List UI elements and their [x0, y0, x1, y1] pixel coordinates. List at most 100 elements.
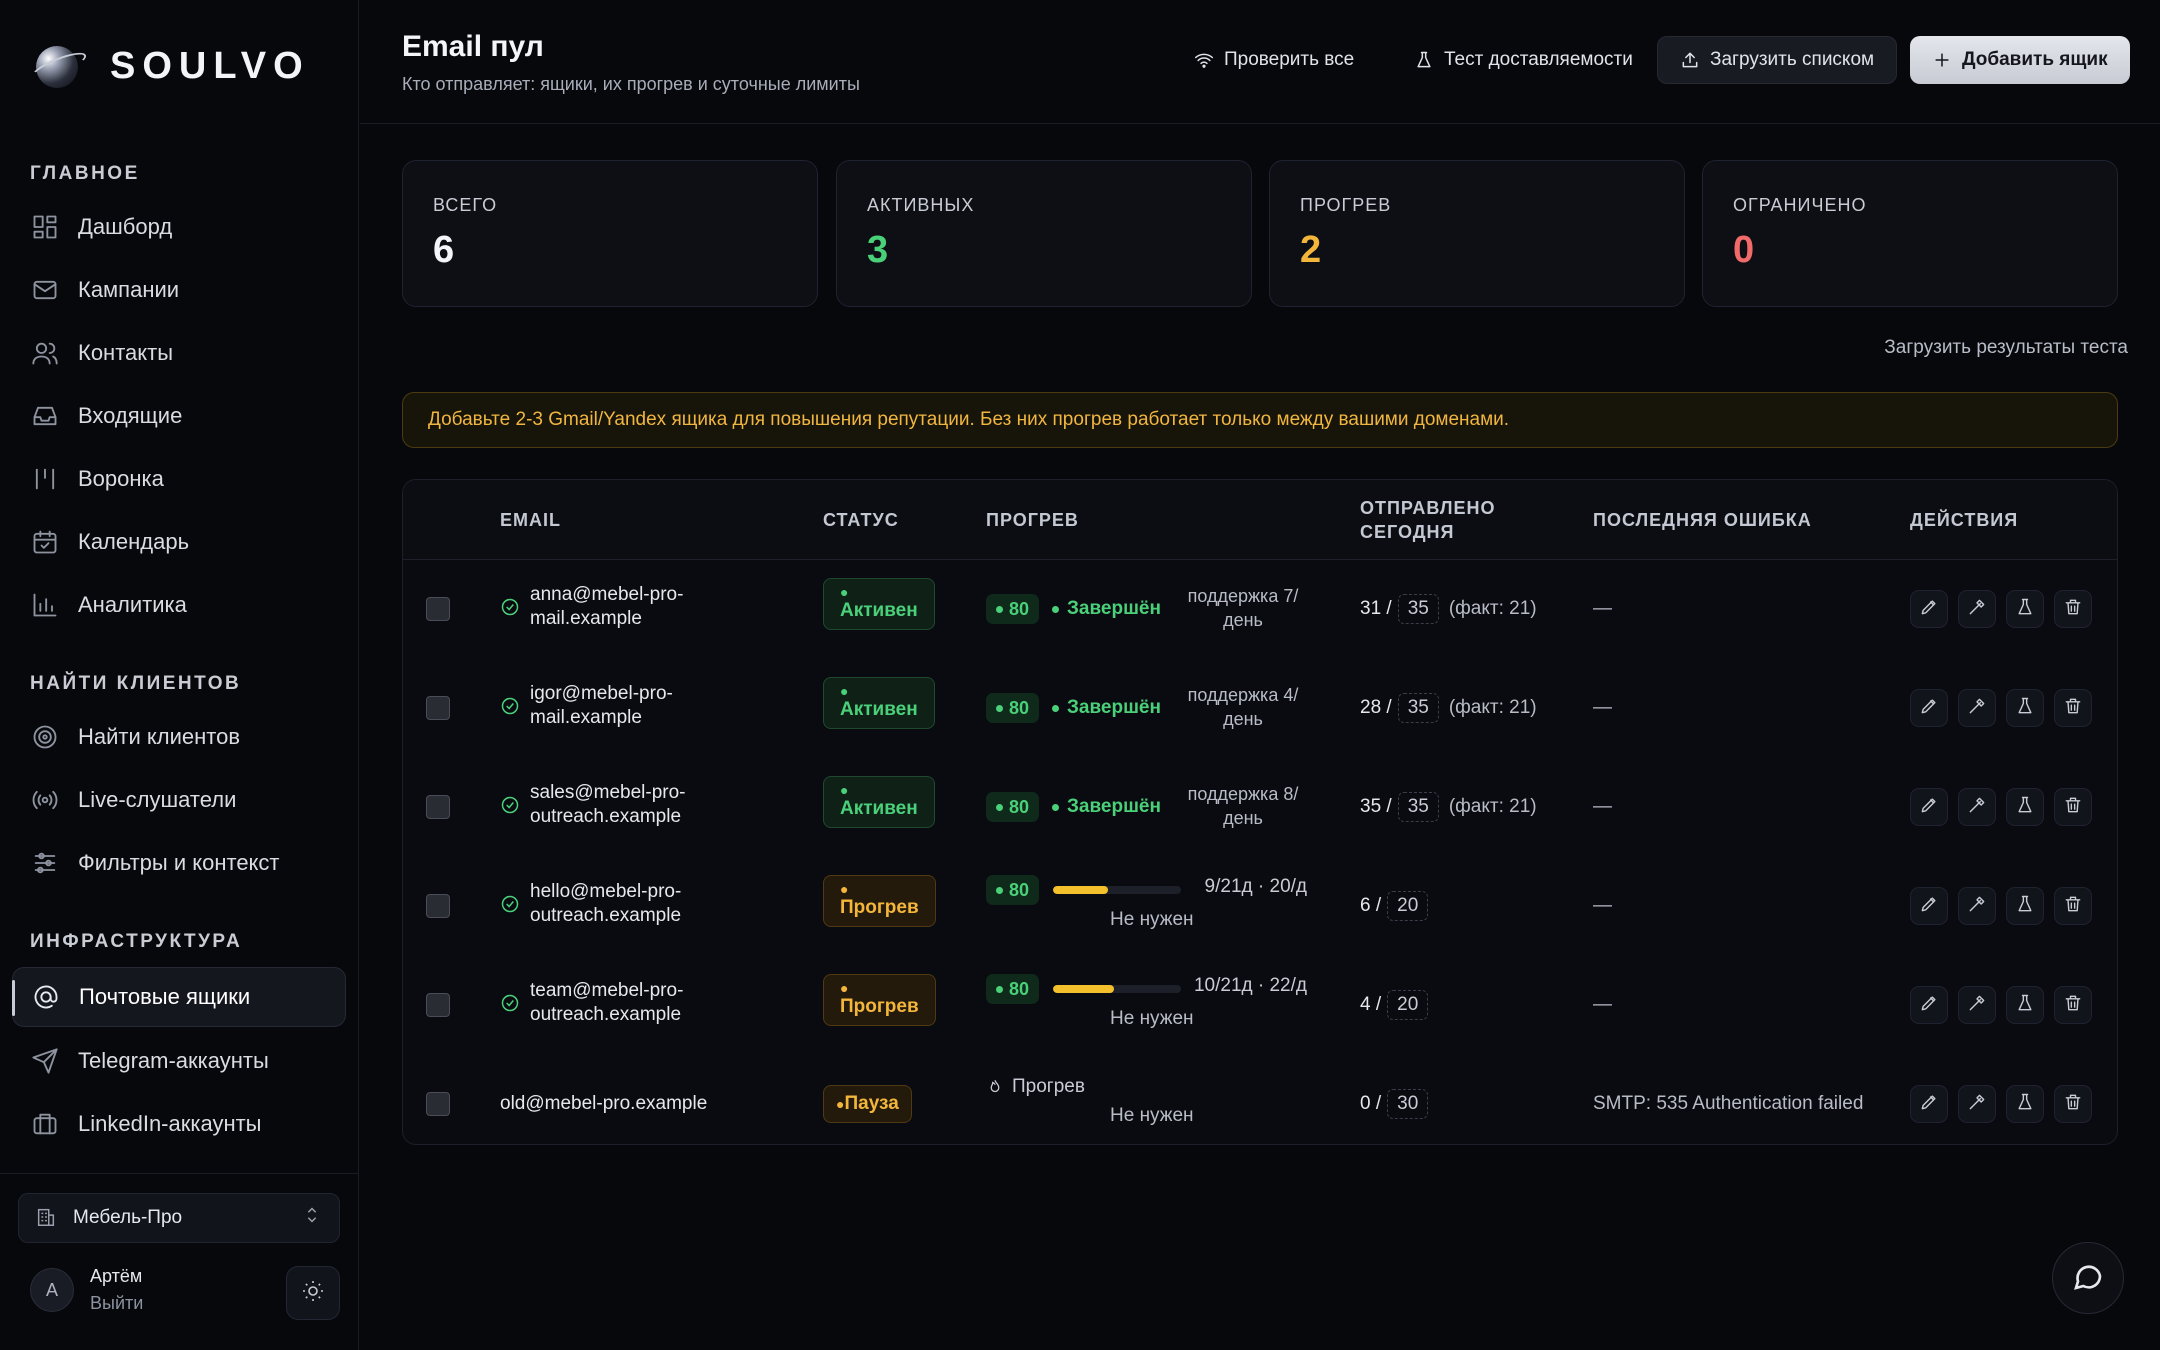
sidebar-item-contacts[interactable]: Контакты: [12, 323, 346, 383]
edit-button[interactable]: [1910, 986, 1948, 1024]
row-checkbox[interactable]: [426, 993, 450, 1017]
sidebar-item-label: Аналитика: [78, 592, 187, 617]
deliverability-test-button[interactable]: Тест доставляемости: [1392, 36, 1655, 84]
last-error: —: [1593, 697, 1612, 718]
email-cell[interactable]: old@mebel-pro.example: [500, 1092, 707, 1116]
test-button[interactable]: [2006, 689, 2044, 727]
delete-button[interactable]: [2054, 1085, 2092, 1123]
sent-today: 35 /35 (факт: 21): [1360, 792, 1537, 822]
col-sent-today-line1[interactable]: ОТПРАВЛЕНО: [1360, 496, 1496, 520]
test-button[interactable]: [2006, 788, 2044, 826]
daily-limit[interactable]: 35: [1397, 693, 1439, 723]
sidebar-item-calendar[interactable]: Календарь: [12, 512, 346, 572]
delete-button[interactable]: [2054, 986, 2092, 1024]
sidebar-item-funnel[interactable]: Воронка: [12, 449, 346, 509]
pencil-icon: [1919, 597, 1939, 622]
sidebar-item-label: Telegram-аккаунты: [78, 1048, 269, 1073]
daily-limit[interactable]: 35: [1397, 792, 1439, 822]
col-email[interactable]: EMAIL: [500, 508, 561, 532]
test-button[interactable]: [2006, 887, 2044, 925]
row-checkbox[interactable]: [426, 1092, 450, 1116]
edit-button[interactable]: [1910, 689, 1948, 727]
nav-section-title-main: ГЛАВНОЕ: [30, 163, 140, 184]
edit-button[interactable]: [1910, 887, 1948, 925]
check-all-label: Проверить все: [1224, 49, 1355, 70]
delete-button[interactable]: [2054, 689, 2092, 727]
warmup-support: поддержка 4/день: [1183, 683, 1303, 731]
support-line-2: день: [1223, 610, 1263, 630]
email-cell[interactable]: anna@mebel-pro-mail.example: [500, 583, 683, 631]
theme-toggle-button[interactable]: [286, 1266, 340, 1320]
warmup-score: 80: [986, 594, 1040, 624]
email-cell[interactable]: team@mebel-pro-outreach.example: [500, 979, 683, 1027]
warmup-button[interactable]: [1958, 986, 1996, 1024]
table-row: anna@mebel-pro-mail.example ● Активен 80 Зав…: [403, 560, 2117, 659]
warmup-score: 80: [986, 792, 1040, 822]
edit-button[interactable]: [1910, 788, 1948, 826]
sidebar-item-filters[interactable]: Фильтры и контекст: [12, 833, 346, 893]
pencil-icon: [1919, 795, 1939, 820]
upload-list-button[interactable]: Загрузить списком: [1657, 36, 1898, 84]
sidebar-item-campaigns[interactable]: Кампании: [12, 260, 346, 320]
status-text: Прогрев: [840, 996, 919, 1017]
daily-limit[interactable]: 35: [1397, 594, 1439, 624]
col-last-error[interactable]: ПОСЛЕДНЯЯ ОШИБКА: [1593, 508, 1812, 532]
email-cell[interactable]: hello@mebel-pro-outreach.example: [500, 880, 681, 928]
warmup-button[interactable]: [1958, 590, 1996, 628]
edit-button[interactable]: [1910, 1085, 1948, 1123]
test-button[interactable]: [2006, 1085, 2044, 1123]
row-checkbox[interactable]: [426, 795, 450, 819]
warmup-button[interactable]: [1958, 1085, 1996, 1123]
status-badge: ● Активен: [823, 578, 935, 630]
col-warmup[interactable]: ПРОГРЕВ: [986, 508, 1079, 532]
sidebar-item-linkedin[interactable]: LinkedIn-аккаунты: [12, 1094, 346, 1154]
status-badge: ● Прогрев: [823, 974, 936, 1026]
sidebar-item-label: Календарь: [78, 529, 190, 554]
last-error: —: [1593, 895, 1612, 916]
test-button[interactable]: [2006, 590, 2044, 628]
brand-logo[interactable]: SOULVO: [29, 40, 310, 92]
sidebar-item-live-listeners[interactable]: Live-слушатели: [12, 770, 346, 830]
daily-limit[interactable]: 30: [1387, 1089, 1429, 1119]
col-status[interactable]: СТАТУС: [823, 508, 899, 532]
sidebar-item-mailboxes[interactable]: Почтовые ящики: [12, 967, 346, 1027]
logout-link[interactable]: Выйти: [90, 1293, 143, 1314]
sidebar-item-find-clients[interactable]: Найти клиентов: [12, 707, 346, 767]
delete-button[interactable]: [2054, 788, 2092, 826]
sidebar-item-telegram[interactable]: Telegram-аккаунты: [12, 1031, 346, 1091]
delete-button[interactable]: [2054, 590, 2092, 628]
email-line-1: igor@mebel-pro-: [530, 683, 673, 704]
delete-button[interactable]: [2054, 887, 2092, 925]
daily-limit[interactable]: 20: [1387, 990, 1429, 1020]
email-line-1: sales@mebel-pro-: [530, 782, 686, 803]
email-cell[interactable]: sales@mebel-pro-outreach.example: [500, 781, 686, 829]
row-checkbox[interactable]: [426, 894, 450, 918]
warmup-button[interactable]: [1958, 887, 1996, 925]
daily-limit[interactable]: 20: [1387, 891, 1429, 921]
sidebar-item-dashboard[interactable]: Дашборд: [12, 197, 346, 257]
upload-test-results-link[interactable]: Загрузить результаты теста: [1884, 337, 2128, 359]
org-name: Мебель-Про: [73, 1207, 183, 1228]
row-checkbox[interactable]: [426, 696, 450, 720]
check-all-button[interactable]: Проверить все: [1172, 36, 1376, 84]
edit-button[interactable]: [1910, 590, 1948, 628]
org-selector[interactable]: Мебель-Про: [18, 1193, 340, 1243]
trash-icon: [2063, 597, 2083, 622]
funnel-icon: [30, 464, 60, 494]
add-mailbox-button[interactable]: Добавить ящик: [1910, 36, 2130, 84]
row-checkbox[interactable]: [426, 597, 450, 621]
flask-icon: [2015, 1092, 2035, 1117]
warmup-button[interactable]: [1958, 689, 1996, 727]
email-cell[interactable]: igor@mebel-pro-mail.example: [500, 682, 673, 730]
brand-name: SOULVO: [110, 44, 310, 87]
test-button[interactable]: [2006, 986, 2044, 1024]
avatar[interactable]: A: [30, 1268, 74, 1312]
warmup-not-needed: Не нужен: [1110, 1008, 1194, 1029]
wand-icon: [1967, 993, 1987, 1018]
warmup-button[interactable]: [1958, 788, 1996, 826]
table-row: igor@mebel-pro-mail.example ● Активен 80 Зав…: [403, 659, 2117, 758]
sidebar-item-inbox[interactable]: Входящие: [12, 386, 346, 446]
stat-value: 0: [1733, 229, 1755, 271]
sidebar-item-analytics[interactable]: Аналитика: [12, 575, 346, 635]
chat-button[interactable]: [2052, 1242, 2124, 1314]
